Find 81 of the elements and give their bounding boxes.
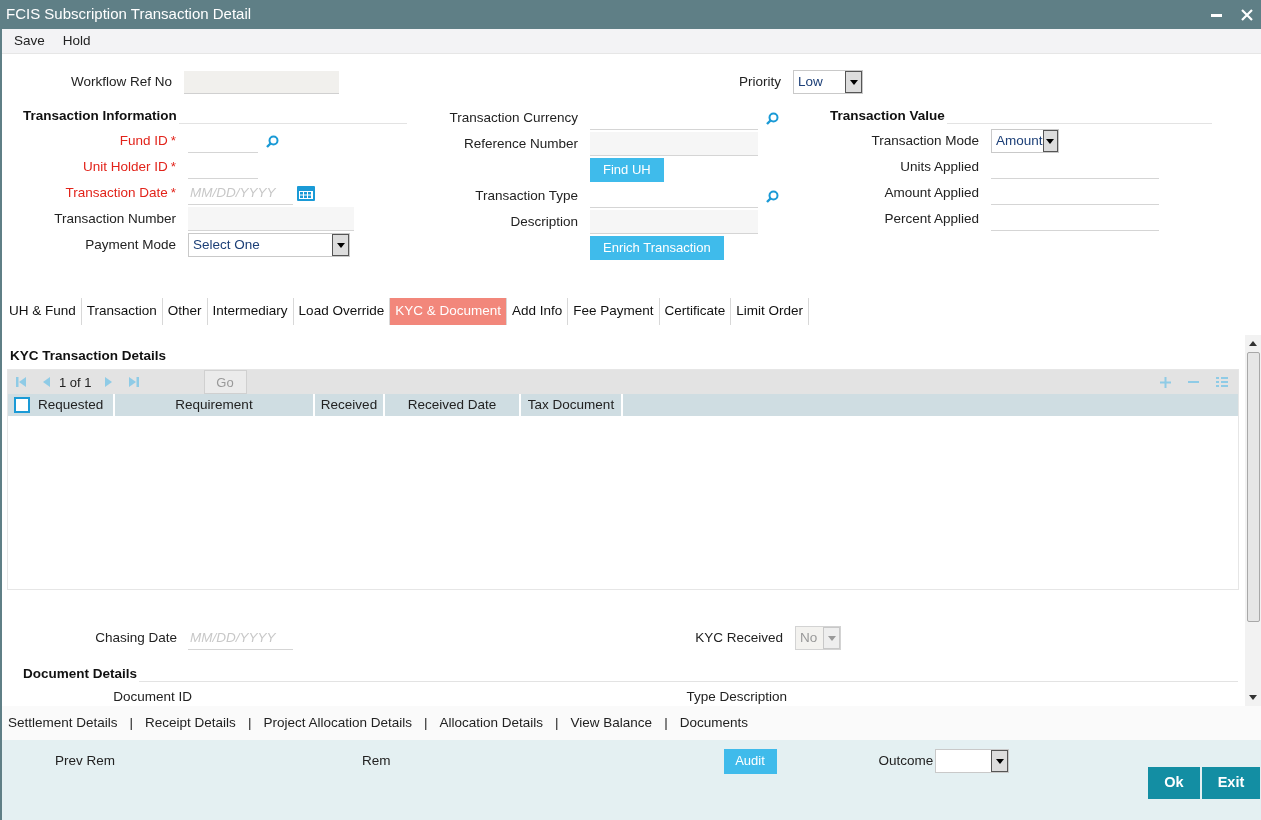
outcome-dropdown[interactable] [935, 749, 1010, 773]
required-mark: * [170, 131, 176, 150]
menu-item[interactable]: Hold [62, 30, 91, 52]
link-separator: | [555, 713, 559, 732]
column-header: Received [315, 394, 385, 417]
link[interactable]: Documents [679, 712, 748, 734]
dialog-button[interactable]: Exit [1201, 767, 1261, 799]
link-separator: | [664, 713, 668, 732]
field-label: Chasing Date [95, 628, 177, 647]
field-label: Percent Applied [884, 209, 979, 228]
field-label: Outcome [878, 751, 934, 770]
list-icon[interactable] [1216, 376, 1228, 388]
input-field[interactable] [188, 207, 354, 231]
link[interactable]: Settlement Details [8, 712, 118, 734]
column-header: Type Description [686, 687, 787, 706]
link-separator: | [423, 713, 428, 732]
link[interactable]: Receipt Details [145, 712, 236, 734]
menu-item[interactable]: Save [14, 30, 45, 52]
tab[interactable]: Transaction [81, 298, 163, 325]
column-header: Document ID [113, 687, 192, 706]
field-label: Rem [362, 751, 391, 770]
column-header: Requested [38, 396, 104, 415]
field-label: Workflow Ref No [70, 72, 172, 91]
calendar-icon[interactable] [297, 185, 315, 201]
field-label: Prev Rem [55, 751, 115, 770]
link[interactable]: Project Allocation Details [263, 712, 412, 734]
search-icon[interactable] [766, 111, 779, 125]
scroll-up-icon[interactable] [1249, 341, 1257, 346]
column-header: Received Date [385, 394, 521, 417]
field-label: Amount Applied [884, 183, 979, 202]
tab[interactable]: Add Info [506, 298, 569, 325]
column-header: Tax Document [521, 394, 623, 417]
field-label: Description [510, 212, 578, 231]
select-all-checkbox[interactable] [14, 397, 30, 414]
field-label: Payment Mode [85, 235, 176, 254]
tab[interactable]: Limit Order [731, 298, 810, 325]
last-page-icon[interactable] [127, 376, 140, 389]
section-title: Document Details [23, 664, 138, 683]
priority-dropdown[interactable]: Low [793, 70, 863, 94]
field-label: Priority [739, 72, 781, 91]
field-label: KYC Received [695, 628, 783, 647]
dialog-button[interactable]: Ok [1148, 767, 1200, 799]
tab[interactable]: Fee Payment [568, 298, 660, 325]
field-label: Units Applied [900, 157, 979, 176]
link[interactable]: View Balance [570, 712, 653, 734]
input-field[interactable] [590, 132, 758, 156]
first-page-icon[interactable] [15, 376, 27, 389]
section-title: Transaction Value [830, 106, 945, 125]
link-separator: | [129, 713, 134, 732]
field-label: Reference Number [463, 134, 578, 153]
section-title: Transaction Information [23, 106, 177, 125]
field-label: Unit Holder ID [82, 157, 168, 176]
field-label: Transaction Date [65, 183, 168, 202]
field-label: Transaction Mode [871, 131, 979, 150]
column-header: Requirement [115, 394, 315, 417]
link-separator: | [247, 713, 252, 732]
required-mark: * [170, 183, 176, 202]
close-icon[interactable] [1241, 8, 1253, 21]
input-field[interactable] [590, 210, 758, 234]
tab[interactable]: Certificate [659, 298, 732, 325]
minus-icon[interactable] [1188, 380, 1199, 384]
section-title: KYC Transaction Details [9, 347, 168, 365]
search-icon[interactable] [766, 189, 779, 203]
scrollbar[interactable] [1245, 335, 1261, 706]
window-title: FCIS Subscription Transaction Detail [6, 4, 253, 25]
dropdown[interactable]: Amount [991, 129, 1059, 153]
scroll-thumb[interactable] [1246, 352, 1260, 622]
search-icon[interactable] [266, 134, 279, 148]
field-label: Fund ID [119, 131, 168, 150]
add-icon[interactable] [1160, 376, 1171, 388]
tab[interactable]: Intermediary [207, 298, 294, 325]
scroll-down-icon[interactable] [1249, 695, 1257, 700]
tab[interactable]: Other [162, 298, 208, 325]
field-label: Transaction Currency [449, 108, 578, 127]
field-label: Transaction Type [475, 186, 578, 205]
required-mark: * [170, 157, 176, 176]
dropdown[interactable]: Select One [188, 233, 350, 257]
field-label: Transaction Number [54, 209, 176, 228]
link[interactable]: Allocation Details [439, 712, 544, 734]
tab[interactable]: UH & Fund [4, 298, 82, 325]
page-indicator: 1 of 1 [59, 373, 92, 392]
